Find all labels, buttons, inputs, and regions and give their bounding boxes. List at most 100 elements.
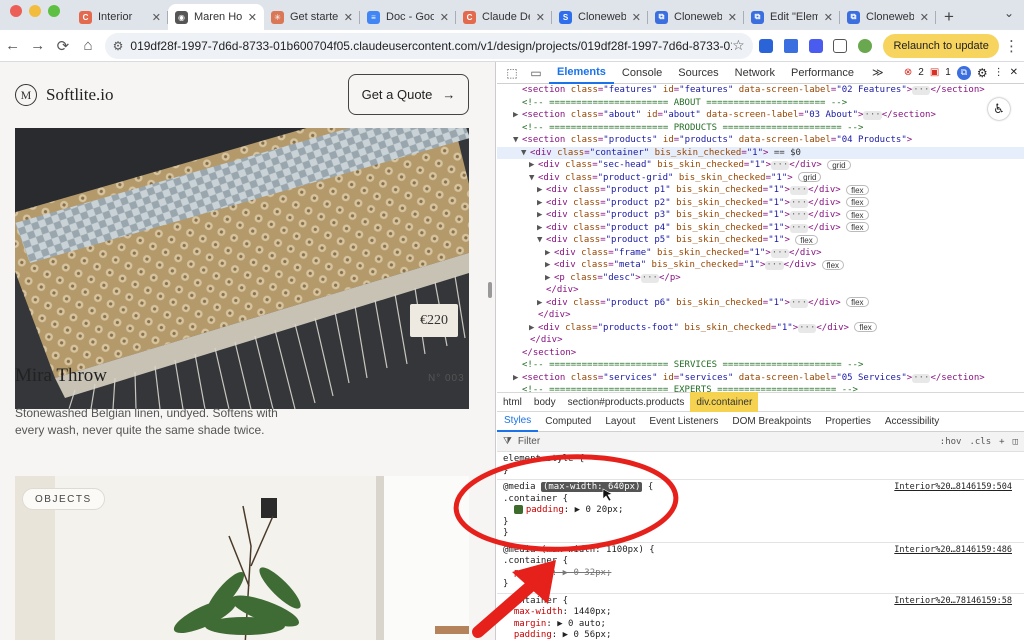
forward-button[interactable]: → bbox=[25, 32, 50, 60]
back-button[interactable]: ← bbox=[0, 32, 25, 60]
breadcrumb-item[interactable]: body bbox=[528, 392, 562, 412]
accessibility-icon[interactable]: ♿ bbox=[988, 98, 1010, 120]
expand-triangle-icon[interactable]: ▶ bbox=[537, 197, 546, 210]
dom-node-row[interactable]: </section> bbox=[497, 347, 1024, 360]
browser-tab[interactable]: ⧉ Edit "Eleme ✕ bbox=[744, 4, 840, 30]
dom-node-row[interactable]: ▶ <div class="products-foot" bis_skin_che… bbox=[497, 322, 1024, 335]
collapsed-ellipsis[interactable]: ··· bbox=[912, 373, 931, 383]
zoom-window-button[interactable] bbox=[48, 4, 60, 17]
page-scrollbar[interactable] bbox=[488, 282, 492, 298]
dom-node-row[interactable]: ▶ <div class="meta" bis_skin_checked="1">… bbox=[497, 259, 1024, 272]
expand-triangle-icon[interactable]: ▶ bbox=[537, 297, 546, 310]
close-tab-icon[interactable]: ✕ bbox=[824, 11, 833, 24]
devtools-tab[interactable]: Sources bbox=[670, 62, 726, 84]
collapsed-ellipsis[interactable]: ··· bbox=[863, 111, 882, 120]
dom-node-row[interactable]: <!-- ====================== EXPERTS ====… bbox=[497, 384, 1024, 392]
relaunch-button[interactable]: Relaunch to update bbox=[883, 33, 999, 58]
styles-subtab[interactable]: Accessibility bbox=[878, 412, 946, 432]
dom-node-row[interactable]: <!-- ====================== SERVICES ===… bbox=[497, 359, 1024, 372]
expand-triangle-icon[interactable]: ▼ bbox=[537, 234, 546, 247]
browser-tab[interactable]: S ClonewebX ✕ bbox=[552, 4, 648, 30]
dom-node-row[interactable]: ▶ <div class="product p1" bis_skin_checke… bbox=[497, 184, 1024, 197]
close-tab-icon[interactable]: ✕ bbox=[632, 11, 641, 24]
breadcrumb-item[interactable]: html bbox=[497, 392, 528, 412]
styles-subtab[interactable]: Styles bbox=[497, 412, 539, 432]
dom-node-row[interactable]: <!-- ====================== ABOUT ======… bbox=[497, 97, 1024, 110]
brand-name[interactable]: Softlite.io bbox=[46, 85, 114, 105]
dom-node-row[interactable]: <!-- ====================== PRODUCTS ===… bbox=[497, 122, 1024, 135]
warning-icon[interactable]: ▣ bbox=[930, 67, 939, 78]
styles-subtab[interactable]: Event Listeners bbox=[642, 412, 725, 432]
dom-node-row[interactable]: ▼ <section class="products" id="products"… bbox=[497, 134, 1024, 147]
new-tab-button[interactable]: + bbox=[936, 4, 962, 30]
layout-badge[interactable]: flex bbox=[795, 234, 818, 245]
browser-tab[interactable]: ◉ Maren Holt ✕ bbox=[168, 4, 264, 30]
rule-source-link[interactable]: Interior%20…8146159:504 bbox=[894, 482, 1012, 492]
close-tab-icon[interactable]: ✕ bbox=[248, 11, 257, 24]
collapsed-ellipsis[interactable]: ··· bbox=[771, 161, 790, 170]
expand-triangle-icon[interactable]: ▼ bbox=[529, 172, 538, 185]
collapsed-ellipsis[interactable]: ··· bbox=[789, 186, 809, 195]
minimize-window-button[interactable] bbox=[29, 4, 41, 17]
devtools-tab[interactable]: Elements bbox=[549, 62, 614, 84]
dom-node-row[interactable]: ▶ <section class="about" id="about" data-… bbox=[497, 109, 1024, 122]
layout-badge[interactable]: flex bbox=[821, 259, 845, 270]
extension-icon[interactable] bbox=[780, 34, 802, 58]
expand-triangle-icon[interactable]: ▶ bbox=[545, 272, 554, 285]
extension-icon[interactable] bbox=[805, 34, 827, 58]
collapsed-ellipsis[interactable]: ··· bbox=[798, 323, 817, 333]
computed-sidebar-icon[interactable]: ◫ bbox=[1013, 437, 1018, 447]
site-info-icon[interactable]: ⚙ bbox=[113, 39, 124, 53]
dom-node-row[interactable]: ▶ <div class="sec-head" bis_skin_checked=… bbox=[497, 159, 1024, 172]
css-rule[interactable]: Interior%20…8146159:486 @media (max-width… bbox=[497, 543, 1024, 594]
extension-devtools-icon[interactable]: ⧉ bbox=[956, 65, 971, 80]
expand-triangle-icon[interactable]: ▼ bbox=[513, 134, 522, 147]
close-tab-icon[interactable]: ✕ bbox=[536, 11, 545, 24]
layout-badge[interactable]: flex bbox=[854, 322, 877, 332]
get-a-quote-button[interactable]: Get a Quote → bbox=[348, 74, 469, 115]
devtools-tab[interactable]: Console bbox=[614, 62, 670, 84]
css-rule[interactable]: Interior%20…78146159:58 .container { max-… bbox=[497, 594, 1024, 640]
expand-triangle-icon[interactable]: ▶ bbox=[545, 259, 554, 272]
address-bar[interactable]: ⚙ 019df28f-1997-7d6d-8733-01b600704f05.c… bbox=[104, 32, 753, 59]
styles-subtab[interactable]: Computed bbox=[538, 412, 598, 432]
filter-input[interactable]: Filter bbox=[518, 436, 540, 447]
collapsed-ellipsis[interactable]: ··· bbox=[789, 211, 809, 220]
dom-node-row[interactable]: ▶ <div class="product p2" bis_skin_checke… bbox=[497, 197, 1024, 210]
extension-icon[interactable] bbox=[756, 34, 778, 58]
styles-subtab[interactable]: Properties bbox=[818, 412, 878, 432]
dom-node-row[interactable]: ▼ <div class="container" bis_skin_checked… bbox=[497, 146, 1024, 160]
styles-subtab[interactable]: Layout bbox=[598, 412, 642, 432]
property-checkbox[interactable] bbox=[513, 505, 523, 514]
devtools-menu-icon[interactable]: ⋮ bbox=[994, 67, 1004, 78]
expand-triangle-icon[interactable]: ▼ bbox=[521, 147, 530, 160]
devtools-tab[interactable]: Network bbox=[727, 62, 783, 84]
cls-toggle[interactable]: .cls bbox=[969, 437, 991, 447]
browser-tab[interactable]: C Claude Des ✕ bbox=[456, 4, 552, 30]
css-rule[interactable]: element.style {} bbox=[497, 452, 1024, 480]
dom-node-row[interactable]: </div> bbox=[497, 309, 1024, 322]
breadcrumb-item[interactable]: section#products.products bbox=[562, 392, 691, 412]
expand-triangle-icon[interactable]: ▶ bbox=[529, 322, 538, 335]
dom-node-row[interactable]: ▶ <div class="product p6" bis_skin_checke… bbox=[497, 297, 1024, 310]
dom-node-row[interactable]: </div> bbox=[497, 284, 1024, 297]
expand-triangle-icon[interactable]: ▶ bbox=[537, 209, 546, 222]
dom-node-row[interactable]: ▶ <div class="frame" bis_skin_checked="1"… bbox=[497, 247, 1024, 260]
error-icon[interactable]: ⊗ bbox=[904, 67, 912, 78]
layout-badge[interactable]: grid bbox=[827, 159, 851, 170]
layout-badge[interactable]: flex bbox=[846, 209, 869, 220]
breadcrumb-item[interactable]: div.container bbox=[690, 392, 759, 412]
collapsed-ellipsis[interactable]: ··· bbox=[770, 248, 790, 258]
dom-node-row[interactable]: ▶ <div class="product p3" bis_skin_checke… bbox=[497, 209, 1024, 222]
browser-tab[interactable]: ⧉ ClonewebX ✕ bbox=[648, 4, 744, 30]
dom-node-row[interactable]: ▶ <p class="desc">···</p> bbox=[497, 272, 1024, 285]
collapsed-ellipsis[interactable]: ··· bbox=[789, 198, 809, 208]
css-rule[interactable]: Interior%20…8146159:504 @media (max-width… bbox=[497, 480, 1024, 543]
browser-tab[interactable]: ⧉ ClonewebX ✕ bbox=[840, 4, 936, 30]
bookmark-star-icon[interactable]: ☆ bbox=[732, 37, 745, 54]
dom-node-row[interactable]: ▼ <div class="product p5" bis_skin_checke… bbox=[497, 234, 1024, 247]
device-toolbar-icon[interactable]: ▭ bbox=[525, 62, 547, 84]
layout-badge[interactable]: flex bbox=[846, 222, 869, 232]
tab-search-chevron-icon[interactable]: ⌄ bbox=[1004, 6, 1014, 20]
more-tabs-icon[interactable]: ≫ bbox=[864, 62, 892, 84]
